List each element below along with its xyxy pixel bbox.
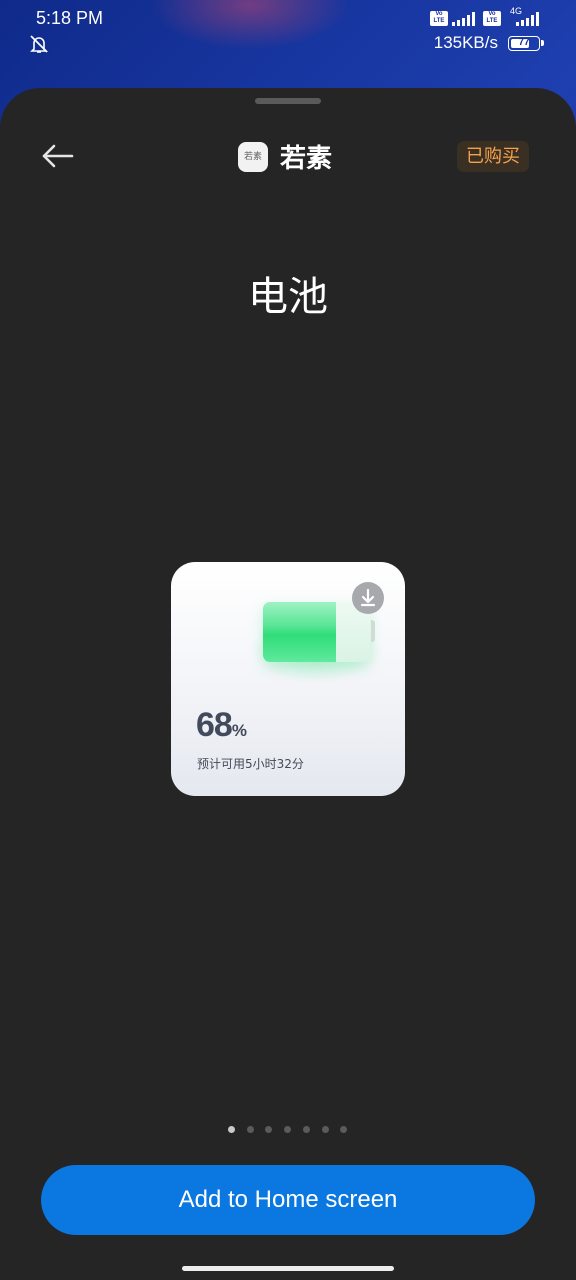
page-dot[interactable]: [340, 1126, 348, 1133]
app-icon: 若素: [238, 142, 268, 172]
battery-tip: [371, 620, 375, 642]
download-button[interactable]: [352, 582, 384, 614]
volte-icon: Vo LTE: [430, 11, 448, 26]
page-dot[interactable]: [302, 1126, 310, 1133]
back-button[interactable]: [38, 136, 78, 176]
purchased-badge[interactable]: 已购买: [457, 141, 529, 172]
battery-level: 77: [518, 37, 530, 48]
battery-percentage: 68%: [196, 706, 247, 745]
percent-unit: %: [231, 721, 247, 740]
download-icon: [360, 588, 376, 607]
network-speed: 135KB/s: [433, 33, 498, 52]
page-dot[interactable]: [321, 1126, 329, 1133]
status-bar: 5:18 PM Vo LTE Vo LTE 4G 135KB/s 77: [0, 0, 576, 80]
battery-fill: [263, 602, 336, 662]
sheet-drag-handle[interactable]: [255, 98, 321, 104]
battery-widget-preview[interactable]: 68% 预计可用5小时32分: [171, 562, 405, 796]
page-dot[interactable]: [265, 1126, 273, 1133]
widget-sheet: 若素 若素 已购买 电池 68% 预计可用5小时32分 Add to Home …: [0, 88, 576, 1280]
app-title: 若素: [280, 144, 333, 174]
arrow-left-icon: [42, 144, 74, 168]
volte-icon-2: Vo LTE: [483, 11, 501, 26]
page-dot[interactable]: [228, 1126, 235, 1133]
signal-icon-2: [516, 12, 539, 26]
page-dot[interactable]: [246, 1126, 254, 1133]
signal-icon: [452, 12, 475, 26]
add-to-home-button[interactable]: Add to Home screen: [41, 1165, 535, 1235]
percent-value: 68: [196, 706, 233, 744]
status-time: 5:18 PM: [36, 8, 104, 28]
mute-icon: [30, 35, 48, 53]
widget-title: 电池: [248, 274, 328, 320]
remaining-time: 预计可用5小时32分: [197, 757, 304, 771]
battery-icon: 77: [508, 36, 544, 51]
home-indicator: [182, 1266, 394, 1271]
page-dot[interactable]: [284, 1126, 292, 1133]
